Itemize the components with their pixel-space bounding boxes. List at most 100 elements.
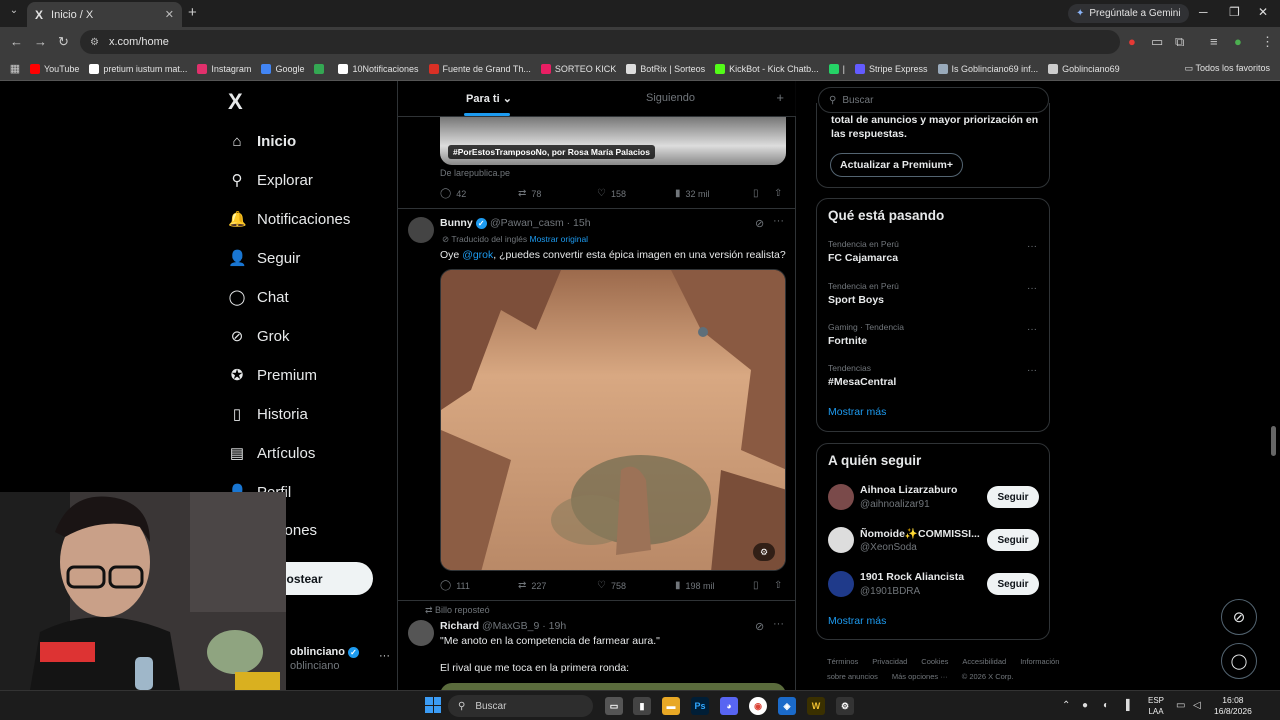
nav-item-history[interactable]: ▯ Historia (228, 399, 308, 429)
trend-name[interactable]: Fortnite (828, 335, 867, 347)
task-view-icon[interactable]: ▭ (605, 697, 623, 715)
messages-fab-icon[interactable]: ◯ (1221, 643, 1257, 679)
add-tab-icon[interactable]: + (776, 90, 784, 105)
follow-button[interactable]: Seguir (987, 529, 1039, 551)
views-button[interactable]: ▮ 32 mil (675, 188, 710, 199)
photoshop-icon[interactable]: Ps (691, 697, 709, 715)
footer-link[interactable]: Cookies (921, 657, 948, 666)
bookmark-item[interactable] (314, 63, 328, 74)
nav-item-explore[interactable]: ⚲ Explorar (228, 165, 313, 195)
avatar[interactable] (408, 620, 434, 646)
trend-name[interactable]: #MesaCentral (828, 376, 896, 388)
nav-item-home[interactable]: ⌂ Inicio (228, 126, 296, 156)
bookmark-item[interactable]: Goblinciano69 (1048, 63, 1120, 74)
minimize-icon[interactable]: ─ (1199, 5, 1208, 19)
reply-button[interactable]: ◯ 111 (440, 580, 470, 591)
nav-item-follow[interactable]: 👤 Seguir (228, 243, 300, 273)
extensions-puzzle-icon[interactable]: ⧉ (1175, 34, 1184, 50)
footer-link[interactable]: © 2026 X Corp. (962, 672, 1014, 681)
bookmark-item[interactable]: Instagram (197, 63, 251, 74)
search-input[interactable]: ⚲ Buscar (818, 87, 1049, 113)
post-image[interactable]: #PorEstosTramposoNo, por Rosa María Pala… (440, 117, 786, 165)
microphone-icon[interactable]: ▌ (1126, 700, 1133, 711)
follow-button[interactable]: Seguir (987, 486, 1039, 508)
reload-icon[interactable]: ↻ (58, 34, 69, 50)
tweet-more-icon[interactable]: ··· (773, 618, 784, 630)
tweet-handle[interactable]: @MaxGB_9 · 19h (482, 620, 566, 632)
tab-following[interactable]: Siguiendo (646, 92, 695, 104)
bookmark-item[interactable]: | (828, 63, 845, 74)
tab-for-you[interactable]: Para ti ⌄ (466, 92, 512, 105)
follow-show-more[interactable]: Mostrar más (828, 615, 886, 627)
network-icon[interactable]: ▭ (1176, 700, 1185, 711)
grok-fab-icon[interactable]: ⊘ (1221, 599, 1257, 635)
tweet-more-icon[interactable]: ··· (773, 215, 784, 227)
new-tab-button[interactable]: + (188, 4, 197, 21)
apps-grid-icon[interactable]: ▦ (0, 62, 30, 75)
bookmark-item[interactable]: Google (261, 63, 304, 74)
tweet-author[interactable]: Bunny ✓ (440, 217, 487, 229)
repost-button[interactable]: ⇄ 227 (518, 580, 546, 591)
bookmark-item[interactable]: BotRix | Sorteos (626, 63, 705, 74)
like-button[interactable]: ♡ 758 (597, 580, 626, 591)
reply-button[interactable]: ◯ 42 (440, 188, 466, 199)
app-icon[interactable]: ⚙ (836, 697, 854, 715)
language-indicator[interactable]: ESP LAA (1148, 695, 1164, 717)
taskbar-search[interactable]: ⚲ Buscar (448, 695, 593, 717)
back-icon[interactable]: ← (10, 34, 23, 49)
trend-more-icon[interactable]: ··· (1027, 365, 1037, 376)
trend-name[interactable]: FC Cajamarca (828, 252, 898, 264)
grok-icon[interactable]: ⊘ (755, 620, 764, 633)
media-icon[interactable]: ≡ (1210, 34, 1218, 49)
bookmark-item[interactable]: Fuente de Grand Th... (428, 63, 531, 74)
volume-icon[interactable]: ◁ (1193, 700, 1201, 711)
footer-link[interactable]: Términos (827, 657, 858, 666)
more-icon[interactable]: ··· (379, 650, 390, 662)
app-icon[interactable]: W (807, 697, 825, 715)
forward-icon[interactable]: → (34, 34, 47, 49)
bookmark-item[interactable]: KickBot - Kick Chatb... (715, 63, 819, 74)
grok-icon[interactable]: ⊘ (755, 217, 764, 230)
app-icon[interactable]: ◈ (778, 697, 796, 715)
show-original-link[interactable]: Mostrar original (529, 234, 588, 244)
app-icon[interactable]: ▮ (633, 697, 651, 715)
like-button[interactable]: ♡ 158 (597, 188, 626, 199)
address-bar[interactable]: ⚙ x.com/home (80, 30, 1120, 54)
footer-link[interactable]: Privacidad (872, 657, 907, 666)
trends-show-more[interactable]: Mostrar más (828, 406, 886, 418)
nav-item-articles[interactable]: ▤ Artículos (228, 438, 315, 468)
close-window-icon[interactable]: ✕ (1258, 5, 1268, 19)
browser-tab[interactable]: X Inicio / X ✕ (27, 2, 182, 27)
upgrade-premium-button[interactable]: Actualizar a Premium+ (830, 153, 963, 177)
extension-icon[interactable]: ▭ (1151, 34, 1163, 50)
trend-name[interactable]: Sport Boys (828, 294, 884, 306)
mention-link[interactable]: @grok (462, 249, 493, 261)
avatar[interactable] (408, 217, 434, 243)
share-button[interactable]: ⇧ (774, 188, 787, 199)
footer-link[interactable]: Accesibilidad (962, 657, 1006, 666)
file-explorer-icon[interactable]: ▬ (662, 697, 680, 715)
tweet-author[interactable]: Richard (440, 620, 479, 632)
bookmark-item[interactable]: YouTube (30, 63, 79, 74)
chrome-icon[interactable]: ◉ (749, 697, 767, 715)
nav-item-chat[interactable]: ◯ Chat (228, 282, 289, 312)
bookmark-item[interactable]: 10Notificaciones (338, 63, 419, 74)
tweet-handle[interactable]: @Pawan_casm · 15h (490, 217, 591, 229)
footer-link[interactable]: Más opciones ··· (892, 672, 948, 681)
trend-more-icon[interactable]: ··· (1027, 283, 1037, 294)
bookmark-item[interactable]: SORTEO KICK (540, 63, 616, 74)
follow-button[interactable]: Seguir (987, 573, 1039, 595)
site-info-icon[interactable]: ⚙ (90, 37, 99, 48)
nav-item-premium[interactable]: ✪ Premium (228, 360, 317, 390)
media-options-icon[interactable]: ⚙ (753, 543, 775, 561)
windows-start-icon[interactable] (425, 697, 441, 713)
tweet-video[interactable]: ⚙ ☚ (440, 269, 786, 571)
avatar[interactable] (828, 527, 854, 553)
profile-avatar-icon[interactable]: ● (1234, 34, 1242, 49)
post-image[interactable] (440, 683, 786, 690)
discord-icon[interactable]: ◕ (720, 697, 738, 715)
repost-notice[interactable]: ⇄ Billo reposteó (425, 605, 490, 616)
trend-more-icon[interactable]: ··· (1027, 241, 1037, 252)
bookmark-item[interactable]: pretium iustum mat... (89, 63, 187, 74)
follow-name[interactable]: Aihnoa Lizarzaburo (860, 484, 957, 496)
